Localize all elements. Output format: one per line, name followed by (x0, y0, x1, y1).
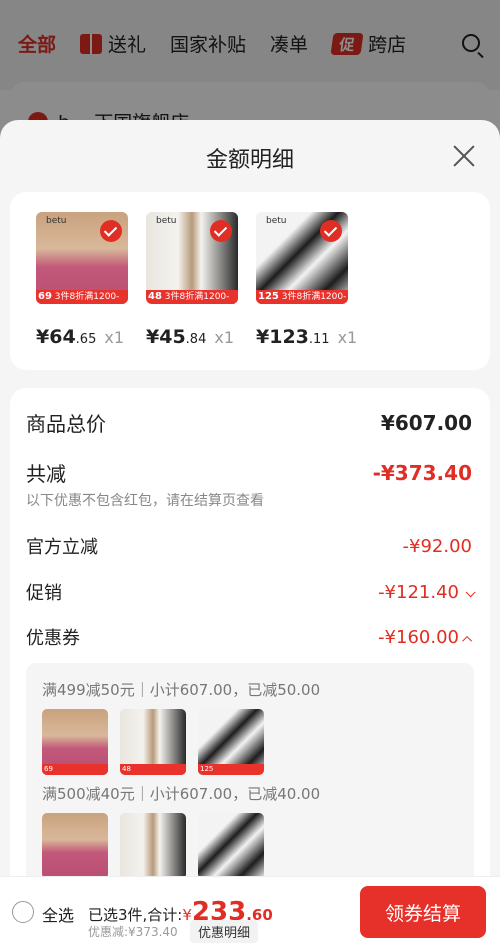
selected-count: 已选3件,合计: (88, 906, 183, 924)
coupon-product-thumbnail: 48 (120, 709, 186, 775)
product-thumbnail[interactable]: betu 69 3件8折满1200-200 (36, 212, 128, 304)
coupon-row[interactable]: 优惠券 -¥160.00 (26, 624, 473, 650)
select-all-radio[interactable] (12, 901, 34, 923)
product-card: betu 69 3件8折满1200-200 betu 48 3件8折满1200-… (10, 192, 490, 370)
chevron-down-icon[interactable] (465, 586, 476, 597)
reduction-value: -¥373.40 (372, 460, 472, 485)
product-price: ¥123.11 x1 (256, 326, 358, 348)
coupon-product-thumbnail (198, 813, 264, 879)
brand-logo: betu (46, 216, 67, 226)
check-icon[interactable] (100, 220, 122, 242)
product-qty: x1 (104, 328, 125, 347)
product-item[interactable]: betu 69 3件8折满1200-200 (36, 212, 130, 304)
checkout-button[interactable]: 领券结算 (360, 886, 486, 938)
coupon-product-thumbnail (42, 813, 108, 879)
promotion-value: -¥121.40 (378, 582, 476, 603)
checkout-bar: 全选 已选3件,合计:¥233.60 优惠减:¥373.40 优惠明细 领券结算 (0, 876, 500, 950)
product-price: ¥45.84 x1 (146, 326, 235, 348)
brand-logo: betu (266, 216, 287, 226)
promotion-row[interactable]: 促销 -¥121.40 (26, 579, 476, 605)
discount-total: 优惠减:¥373.40 (88, 925, 178, 939)
promotion-label: 促销 (26, 583, 62, 604)
coupon-product-thumbnail (120, 813, 186, 879)
coupon-value: -¥160.00 (378, 627, 473, 648)
coupon-product-thumbnail: 125 (198, 709, 264, 775)
reduction-note: 以下优惠不包含红包，请在结算页查看 (26, 493, 264, 509)
discount-detail-button[interactable]: 优惠明细 (190, 920, 259, 943)
check-icon[interactable] (210, 220, 232, 242)
official-discount-value: -¥92.00 (402, 535, 472, 557)
brand-logo: betu (156, 216, 177, 226)
product-thumbnail[interactable]: betu 125 3件8折满1200-200 (256, 212, 348, 304)
product-thumbnail[interactable]: betu 48 3件8折满1200-200 (146, 212, 238, 304)
product-price: ¥64.65 x1 (36, 326, 125, 348)
coupon-product-thumbnail: 69 (42, 709, 108, 775)
total-row: 商品总价 ¥607.00 (26, 408, 472, 437)
price-band: 69 3件8折满1200-200 (36, 290, 128, 304)
price-band: 48 3件8折满1200-200 (146, 290, 238, 304)
select-all-label[interactable]: 全选 (42, 902, 74, 926)
total-label: 商品总价 (26, 412, 106, 436)
product-qty: x1 (214, 328, 235, 347)
product-qty: x1 (337, 328, 358, 347)
total-value: ¥607.00 (380, 410, 472, 435)
reduction-row: 共减 -¥373.40 (26, 458, 472, 487)
sheet-title: 金额明细 (205, 148, 294, 173)
reduction-label: 共减 (26, 462, 66, 486)
coupon-details: 满499减50元｜小计607.00，已减50.00 69 48 125 满500… (26, 663, 474, 880)
product-item[interactable]: betu 125 3件8折满1200-200 (256, 212, 350, 304)
amount-detail-sheet: 金额明细 betu 69 3件8折满1200-200 betu 48 3件8折满… (0, 120, 500, 880)
close-icon[interactable] (452, 144, 476, 168)
coupon-group-title: 满500减40元｜小计607.00，已减40.00 (42, 785, 321, 803)
official-discount-label: 官方立减 (26, 537, 98, 558)
coupon-label: 优惠券 (26, 628, 80, 649)
chevron-up-icon[interactable] (462, 635, 473, 646)
price-band: 125 3件8折满1200-200 (256, 290, 348, 304)
product-item[interactable]: betu 48 3件8折满1200-200 (146, 212, 240, 304)
check-icon[interactable] (320, 220, 342, 242)
price-detail-card: 商品总价 ¥607.00 共减 -¥373.40 以下优惠不包含红包，请在结算页… (10, 388, 490, 880)
official-discount-row: 官方立减 -¥92.00 (26, 533, 472, 559)
coupon-group-title: 满499减50元｜小计607.00，已减50.00 (42, 681, 321, 699)
